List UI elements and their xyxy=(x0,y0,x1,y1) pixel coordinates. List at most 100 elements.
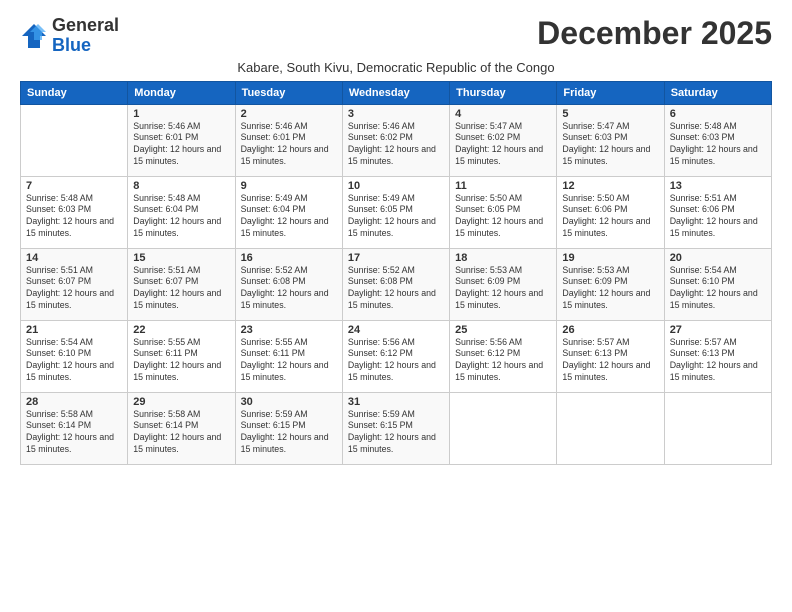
calendar-cell: 25 Sunrise: 5:56 AMSunset: 6:12 PMDaylig… xyxy=(450,320,557,392)
title-block: December 2025 xyxy=(537,16,772,51)
day-info: Sunrise: 5:46 AMSunset: 6:01 PMDaylight:… xyxy=(241,121,329,167)
day-number: 1 xyxy=(133,108,229,120)
day-info: Sunrise: 5:51 AMSunset: 6:07 PMDaylight:… xyxy=(133,265,221,311)
calendar-cell: 19 Sunrise: 5:53 AMSunset: 6:09 PMDaylig… xyxy=(557,248,664,320)
day-info: Sunrise: 5:56 AMSunset: 6:12 PMDaylight:… xyxy=(348,337,436,383)
day-info: Sunrise: 5:48 AMSunset: 6:03 PMDaylight:… xyxy=(26,193,114,239)
calendar-cell xyxy=(450,392,557,464)
day-info: Sunrise: 5:56 AMSunset: 6:12 PMDaylight:… xyxy=(455,337,543,383)
calendar-cell: 8 Sunrise: 5:48 AMSunset: 6:04 PMDayligh… xyxy=(128,176,235,248)
calendar-cell: 26 Sunrise: 5:57 AMSunset: 6:13 PMDaylig… xyxy=(557,320,664,392)
day-info: Sunrise: 5:58 AMSunset: 6:14 PMDaylight:… xyxy=(26,409,114,455)
day-number: 11 xyxy=(455,180,551,192)
day-info: Sunrise: 5:59 AMSunset: 6:15 PMDaylight:… xyxy=(348,409,436,455)
day-number: 12 xyxy=(562,180,658,192)
day-info: Sunrise: 5:54 AMSunset: 6:10 PMDaylight:… xyxy=(670,265,758,311)
calendar-week-2: 14 Sunrise: 5:51 AMSunset: 6:07 PMDaylig… xyxy=(21,248,772,320)
day-number: 22 xyxy=(133,324,229,336)
day-number: 18 xyxy=(455,252,551,264)
day-info: Sunrise: 5:58 AMSunset: 6:14 PMDaylight:… xyxy=(133,409,221,455)
day-info: Sunrise: 5:54 AMSunset: 6:10 PMDaylight:… xyxy=(26,337,114,383)
day-info: Sunrise: 5:47 AMSunset: 6:02 PMDaylight:… xyxy=(455,121,543,167)
day-number: 10 xyxy=(348,180,444,192)
day-info: Sunrise: 5:59 AMSunset: 6:15 PMDaylight:… xyxy=(241,409,329,455)
col-monday: Monday xyxy=(128,81,235,104)
logo-blue-text: Blue xyxy=(52,35,91,55)
day-number: 7 xyxy=(26,180,122,192)
day-number: 2 xyxy=(241,108,337,120)
day-info: Sunrise: 5:52 AMSunset: 6:08 PMDaylight:… xyxy=(348,265,436,311)
day-info: Sunrise: 5:47 AMSunset: 6:03 PMDaylight:… xyxy=(562,121,650,167)
day-number: 28 xyxy=(26,396,122,408)
calendar-cell: 29 Sunrise: 5:58 AMSunset: 6:14 PMDaylig… xyxy=(128,392,235,464)
calendar-cell: 30 Sunrise: 5:59 AMSunset: 6:15 PMDaylig… xyxy=(235,392,342,464)
day-info: Sunrise: 5:57 AMSunset: 6:13 PMDaylight:… xyxy=(562,337,650,383)
day-number: 17 xyxy=(348,252,444,264)
calendar-table: Sunday Monday Tuesday Wednesday Thursday… xyxy=(20,81,772,465)
calendar-cell xyxy=(664,392,771,464)
calendar-cell: 6 Sunrise: 5:48 AMSunset: 6:03 PMDayligh… xyxy=(664,104,771,176)
calendar-cell: 4 Sunrise: 5:47 AMSunset: 6:02 PMDayligh… xyxy=(450,104,557,176)
day-number: 27 xyxy=(670,324,766,336)
logo-icon xyxy=(20,22,48,50)
calendar-cell: 20 Sunrise: 5:54 AMSunset: 6:10 PMDaylig… xyxy=(664,248,771,320)
calendar-cell: 21 Sunrise: 5:54 AMSunset: 6:10 PMDaylig… xyxy=(21,320,128,392)
day-info: Sunrise: 5:49 AMSunset: 6:04 PMDaylight:… xyxy=(241,193,329,239)
calendar-cell: 27 Sunrise: 5:57 AMSunset: 6:13 PMDaylig… xyxy=(664,320,771,392)
day-number: 23 xyxy=(241,324,337,336)
day-number: 3 xyxy=(348,108,444,120)
day-info: Sunrise: 5:49 AMSunset: 6:05 PMDaylight:… xyxy=(348,193,436,239)
day-info: Sunrise: 5:52 AMSunset: 6:08 PMDaylight:… xyxy=(241,265,329,311)
day-number: 24 xyxy=(348,324,444,336)
calendar-week-1: 7 Sunrise: 5:48 AMSunset: 6:03 PMDayligh… xyxy=(21,176,772,248)
col-wednesday: Wednesday xyxy=(342,81,449,104)
calendar-cell: 16 Sunrise: 5:52 AMSunset: 6:08 PMDaylig… xyxy=(235,248,342,320)
day-info: Sunrise: 5:46 AMSunset: 6:01 PMDaylight:… xyxy=(133,121,221,167)
calendar-cell: 28 Sunrise: 5:58 AMSunset: 6:14 PMDaylig… xyxy=(21,392,128,464)
page: General Blue December 2025 Kabare, South… xyxy=(0,0,792,612)
day-number: 9 xyxy=(241,180,337,192)
day-info: Sunrise: 5:51 AMSunset: 6:06 PMDaylight:… xyxy=(670,193,758,239)
col-thursday: Thursday xyxy=(450,81,557,104)
calendar-cell: 15 Sunrise: 5:51 AMSunset: 6:07 PMDaylig… xyxy=(128,248,235,320)
calendar-cell xyxy=(557,392,664,464)
col-sunday: Sunday xyxy=(21,81,128,104)
day-number: 16 xyxy=(241,252,337,264)
calendar-cell: 11 Sunrise: 5:50 AMSunset: 6:05 PMDaylig… xyxy=(450,176,557,248)
calendar-cell: 2 Sunrise: 5:46 AMSunset: 6:01 PMDayligh… xyxy=(235,104,342,176)
calendar-cell: 3 Sunrise: 5:46 AMSunset: 6:02 PMDayligh… xyxy=(342,104,449,176)
day-number: 25 xyxy=(455,324,551,336)
day-info: Sunrise: 5:55 AMSunset: 6:11 PMDaylight:… xyxy=(133,337,221,383)
calendar-cell: 23 Sunrise: 5:55 AMSunset: 6:11 PMDaylig… xyxy=(235,320,342,392)
day-info: Sunrise: 5:48 AMSunset: 6:03 PMDaylight:… xyxy=(670,121,758,167)
day-number: 20 xyxy=(670,252,766,264)
calendar-week-4: 28 Sunrise: 5:58 AMSunset: 6:14 PMDaylig… xyxy=(21,392,772,464)
day-number: 21 xyxy=(26,324,122,336)
day-number: 14 xyxy=(26,252,122,264)
logo: General Blue xyxy=(20,16,119,56)
calendar-cell: 12 Sunrise: 5:50 AMSunset: 6:06 PMDaylig… xyxy=(557,176,664,248)
header-row: Sunday Monday Tuesday Wednesday Thursday… xyxy=(21,81,772,104)
calendar-cell: 5 Sunrise: 5:47 AMSunset: 6:03 PMDayligh… xyxy=(557,104,664,176)
calendar-cell: 24 Sunrise: 5:56 AMSunset: 6:12 PMDaylig… xyxy=(342,320,449,392)
calendar-week-0: 1 Sunrise: 5:46 AMSunset: 6:01 PMDayligh… xyxy=(21,104,772,176)
calendar-cell: 31 Sunrise: 5:59 AMSunset: 6:15 PMDaylig… xyxy=(342,392,449,464)
day-info: Sunrise: 5:53 AMSunset: 6:09 PMDaylight:… xyxy=(562,265,650,311)
day-number: 8 xyxy=(133,180,229,192)
col-friday: Friday xyxy=(557,81,664,104)
calendar-cell: 9 Sunrise: 5:49 AMSunset: 6:04 PMDayligh… xyxy=(235,176,342,248)
day-number: 4 xyxy=(455,108,551,120)
month-title: December 2025 xyxy=(537,16,772,51)
day-info: Sunrise: 5:48 AMSunset: 6:04 PMDaylight:… xyxy=(133,193,221,239)
subtitle: Kabare, South Kivu, Democratic Republic … xyxy=(20,60,772,75)
calendar-cell: 17 Sunrise: 5:52 AMSunset: 6:08 PMDaylig… xyxy=(342,248,449,320)
day-info: Sunrise: 5:57 AMSunset: 6:13 PMDaylight:… xyxy=(670,337,758,383)
day-info: Sunrise: 5:46 AMSunset: 6:02 PMDaylight:… xyxy=(348,121,436,167)
day-info: Sunrise: 5:55 AMSunset: 6:11 PMDaylight:… xyxy=(241,337,329,383)
col-saturday: Saturday xyxy=(664,81,771,104)
day-info: Sunrise: 5:51 AMSunset: 6:07 PMDaylight:… xyxy=(26,265,114,311)
day-info: Sunrise: 5:50 AMSunset: 6:05 PMDaylight:… xyxy=(455,193,543,239)
day-number: 30 xyxy=(241,396,337,408)
calendar-week-3: 21 Sunrise: 5:54 AMSunset: 6:10 PMDaylig… xyxy=(21,320,772,392)
calendar-cell: 18 Sunrise: 5:53 AMSunset: 6:09 PMDaylig… xyxy=(450,248,557,320)
